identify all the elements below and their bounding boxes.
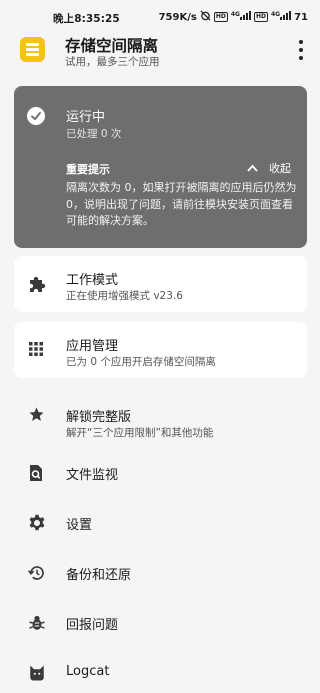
star-icon (28, 406, 45, 427)
status-icons: 759K/s HD 4G HD 4G 71 (159, 10, 308, 24)
status-time: 晚上8:35:25 (53, 13, 120, 25)
app-bar: 存储空间隔离 试用，最多三个应用 (0, 32, 320, 72)
app-subtitle: 试用，最多三个应用 (65, 56, 160, 68)
collapse-label: 收起 (269, 162, 291, 175)
battery-level: 71 (294, 11, 308, 23)
hd-badge: HD (253, 12, 268, 22)
hd-badge: HD (213, 12, 228, 22)
net-speed: 759K/s (158, 11, 197, 23)
report-title: 回报问题 (66, 618, 119, 633)
file-search-icon (28, 464, 44, 486)
work-mode-card[interactable]: 工作模式 正在使用增强模式 v23.6 (14, 256, 307, 312)
settings-item[interactable]: 设置 (14, 503, 307, 543)
settings-title: 设置 (66, 518, 93, 533)
app-manage-title: 应用管理 (66, 339, 119, 354)
status-bar: 晚上8:35:25 759K/s HD 4G HD 4G 71 (0, 0, 320, 30)
unlock-full-version-item[interactable]: 解锁完整版 解开“三个应用限制”和其他功能 (14, 395, 307, 443)
puzzle-icon (28, 275, 46, 297)
restore-icon (28, 564, 46, 586)
signal-icon: 4G (271, 11, 292, 23)
unlock-subtitle: 解开“三个应用限制”和其他功能 (66, 427, 214, 439)
app-manage-card[interactable]: 应用管理 已为 0 个应用开启存储空间隔离 (14, 322, 307, 378)
unlock-title: 解锁完整版 (66, 410, 132, 425)
more-options-icon[interactable] (296, 40, 306, 60)
logcat-item[interactable]: Logcat (14, 653, 307, 693)
bug-icon (28, 614, 46, 636)
gear-icon (28, 514, 46, 536)
notice-title: 重要提示 (66, 163, 110, 176)
collapse-button[interactable]: 收起 (247, 160, 291, 176)
signal-icon: 4G (231, 11, 251, 23)
chevron-up-icon (247, 164, 258, 172)
grid-icon (28, 341, 44, 361)
work-mode-subtitle: 正在使用增强模式 v23.6 (66, 290, 183, 302)
cat-icon (28, 664, 46, 686)
app-title: 存储空间隔离 (65, 37, 159, 55)
status-title: 运行中 (66, 110, 106, 125)
check-circle-icon (27, 107, 45, 125)
work-mode-title: 工作模式 (66, 273, 119, 288)
file-monitor-title: 文件监视 (66, 468, 119, 483)
app-logo-icon (20, 37, 45, 62)
notice-text: 隔离次数为 0，如果打开被隔离的应用后仍然为 0，说明出现了问题，请前往模块安装… (66, 181, 297, 227)
report-issue-item[interactable]: 回报问题 (14, 603, 307, 643)
app-manage-subtitle: 已为 0 个应用开启存储空间隔离 (66, 356, 216, 368)
backup-title: 备份和还原 (66, 568, 132, 583)
backup-restore-item[interactable]: 备份和还原 (14, 553, 307, 593)
logcat-title: Logcat (66, 664, 110, 679)
status-subtitle: 已处理 0 次 (66, 128, 122, 140)
alarm-off-icon (200, 10, 211, 24)
file-monitor-item[interactable]: 文件监视 (14, 453, 307, 493)
status-card: 运行中 已处理 0 次 重要提示 收起 隔离次数为 0，如果打开被隔离的应用后仍… (14, 86, 307, 248)
